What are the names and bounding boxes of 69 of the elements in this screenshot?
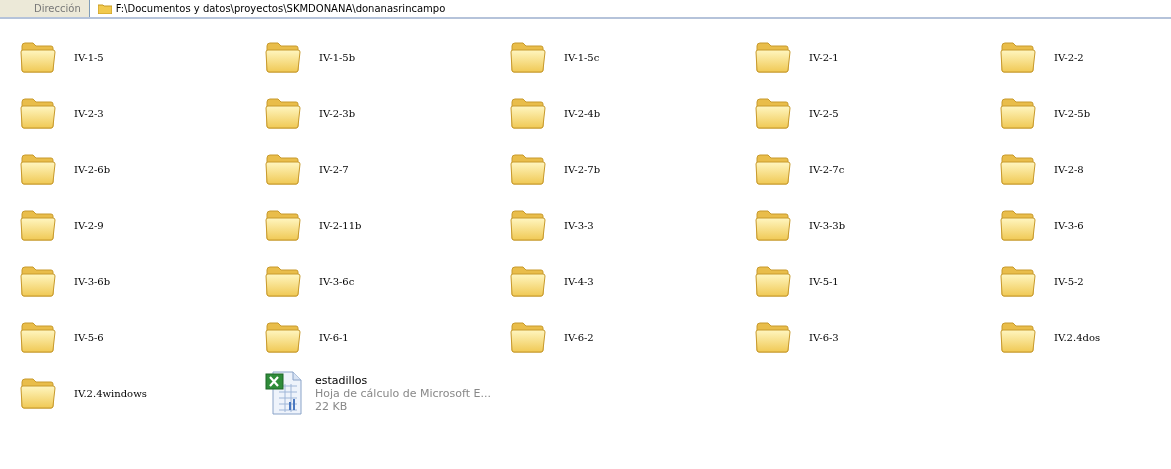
folder-icon[interactable] <box>265 96 301 130</box>
folder-name[interactable]: IV-2-1 <box>809 51 839 63</box>
folder-name[interactable]: IV-2-6b <box>74 163 111 175</box>
folder-icon[interactable] <box>265 152 301 186</box>
folder-name[interactable]: IV-3-6c <box>319 275 355 287</box>
folder-name[interactable]: IV-1-5b <box>319 51 356 63</box>
folder-icon[interactable] <box>510 40 546 74</box>
folder-name[interactable]: IV-6-1 <box>319 331 349 343</box>
folder-icon[interactable] <box>20 40 56 74</box>
folder-name[interactable]: IV-5-2 <box>1054 275 1084 287</box>
folder-name[interactable]: IV-5-6 <box>74 331 104 343</box>
folder-name[interactable]: IV-2-5 <box>809 107 839 119</box>
file-name[interactable]: estadillos <box>315 373 491 387</box>
folder-name[interactable]: IV-2-3b <box>319 107 356 119</box>
folder-name[interactable]: IV-5-1 <box>809 275 839 287</box>
folder-icon[interactable] <box>510 208 546 242</box>
folder-name[interactable]: IV-2-11b <box>319 219 362 231</box>
folder-icon[interactable] <box>510 152 546 186</box>
folder-icon[interactable] <box>20 320 56 354</box>
folder-icon[interactable] <box>755 40 791 74</box>
folder-icon[interactable] <box>265 208 301 242</box>
folder-name[interactable]: IV.2.4windows <box>74 387 147 399</box>
folder-name[interactable]: IV-2-2 <box>1054 51 1084 63</box>
folder-icon[interactable] <box>265 40 301 74</box>
folder-name[interactable]: IV-3-6b <box>74 275 111 287</box>
folder-name[interactable]: IV-2-9 <box>74 219 104 231</box>
folder-name[interactable]: IV-2-7b <box>564 163 601 175</box>
folder-name[interactable]: IV-3-6 <box>1054 219 1084 231</box>
folder-icon[interactable] <box>265 320 301 354</box>
folder-icon[interactable] <box>1000 320 1036 354</box>
folder-name[interactable]: IV-3-3 <box>564 219 594 231</box>
folder-icon[interactable] <box>755 264 791 298</box>
folder-name[interactable]: IV-6-3 <box>809 331 839 343</box>
folder-icon[interactable] <box>1000 264 1036 298</box>
folder-icon[interactable] <box>755 96 791 130</box>
folder-icon[interactable] <box>510 320 546 354</box>
spreadsheet-file-icon[interactable] <box>265 370 305 416</box>
folder-icon[interactable] <box>755 152 791 186</box>
folder-name[interactable]: IV-1-5c <box>564 51 600 63</box>
folder-icon[interactable] <box>1000 208 1036 242</box>
address-field[interactable]: F:\Documentos y datos\proyectos\SKMDONANA\donanasrincampo <box>88 0 1171 17</box>
folder-icon[interactable] <box>20 152 56 186</box>
folder-name[interactable]: IV-6-2 <box>564 331 594 343</box>
folder-icon[interactable] <box>510 96 546 130</box>
folder-icon[interactable] <box>20 376 56 410</box>
file-size: 22 KB <box>315 399 349 413</box>
folder-icon[interactable] <box>20 96 56 130</box>
folder-icon[interactable] <box>1000 40 1036 74</box>
file-type: Hoja de cálculo de Microsoft E... <box>315 386 491 400</box>
folder-icon[interactable] <box>20 264 56 298</box>
folder-icon[interactable] <box>1000 96 1036 130</box>
folder-icon[interactable] <box>510 264 546 298</box>
folder-name[interactable]: IV-2-3 <box>74 107 104 119</box>
folder-icon[interactable] <box>1000 152 1036 186</box>
folder-icon[interactable] <box>755 320 791 354</box>
folder-icon <box>97 3 112 14</box>
folder-name[interactable]: IV-2-8 <box>1054 163 1084 175</box>
folder-name[interactable]: IV-2-5b <box>1054 107 1091 119</box>
address-label: Dirección <box>33 3 82 14</box>
folder-name[interactable]: IV.2.4dos <box>1054 331 1101 343</box>
folder-icon[interactable] <box>20 208 56 242</box>
folder-name[interactable]: IV-2-7c <box>809 163 845 175</box>
folder-name[interactable]: IV-1-5 <box>74 51 104 63</box>
folder-name[interactable]: IV-2-4b <box>564 107 601 119</box>
folder-icon[interactable] <box>265 264 301 298</box>
folder-icon[interactable] <box>755 208 791 242</box>
folder-name[interactable]: IV-2-7 <box>319 163 349 175</box>
folder-name[interactable]: IV-4-3 <box>564 275 594 287</box>
folder-name[interactable]: IV-3-3b <box>809 219 846 231</box>
